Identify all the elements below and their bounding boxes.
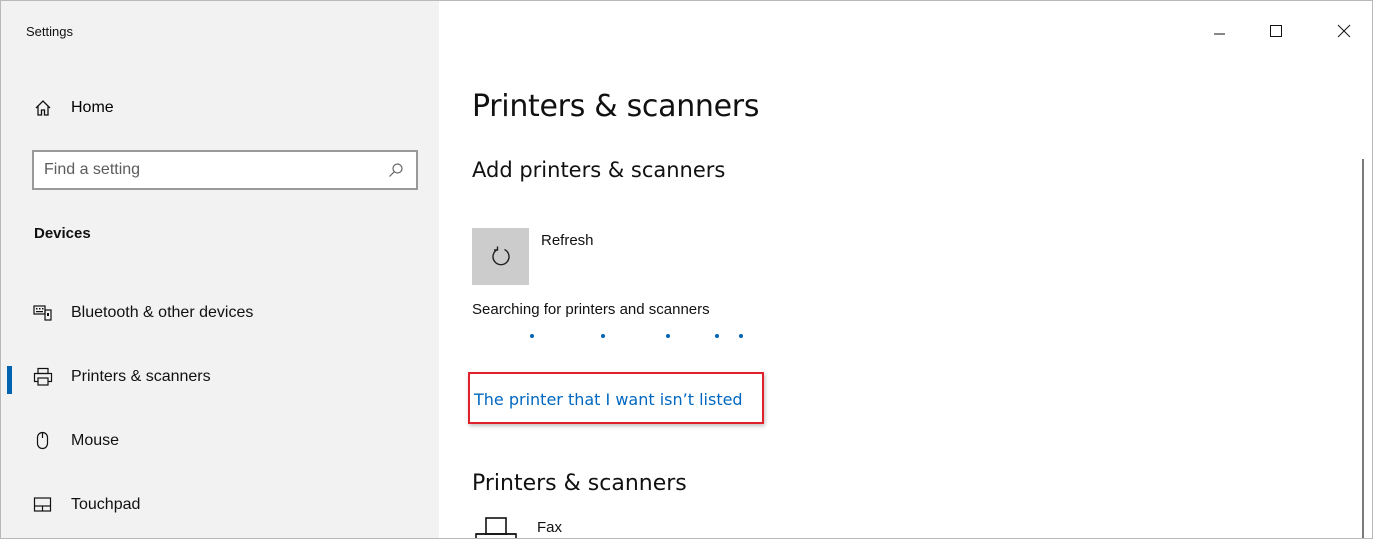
touchpad-icon: [33, 495, 53, 515]
printer-not-listed-link[interactable]: The printer that I want isn’t listed: [468, 372, 764, 424]
progress-dot: [739, 334, 743, 338]
fax-icon: [474, 515, 518, 538]
section-heading-add: Add printers & scanners: [472, 158, 726, 182]
search-icon[interactable]: [388, 162, 404, 178]
progress-dot: [601, 334, 605, 338]
close-button[interactable]: [1321, 15, 1367, 47]
minimize-button[interactable]: [1197, 15, 1243, 47]
selection-indicator: [7, 366, 12, 394]
sidebar-item-label: Printers & scanners: [71, 368, 211, 385]
refresh-button[interactable]: [472, 228, 529, 285]
maximize-icon: [1270, 25, 1282, 37]
sidebar-item-printers[interactable]: Printers & scanners: [1, 350, 439, 406]
link-text[interactable]: The printer that I want isn’t listed: [474, 390, 743, 409]
maximize-button[interactable]: [1253, 15, 1299, 47]
refresh-icon: [492, 246, 510, 266]
device-item-fax[interactable]: Fax: [472, 513, 872, 538]
device-label: Fax: [537, 519, 563, 536]
section-header-devices: Devices: [34, 225, 91, 242]
sidebar-item-bluetooth[interactable]: Bluetooth & other devices: [1, 286, 439, 342]
page-title: Printers & scanners: [472, 89, 760, 124]
sidebar-item-label: Mouse: [71, 432, 120, 449]
sidebar-item-label: Home: [71, 99, 114, 116]
progress-dot: [715, 334, 719, 338]
refresh-label: Refresh: [541, 232, 594, 249]
bluetooth-devices-icon: [33, 303, 53, 323]
scrollbar[interactable]: [1362, 159, 1364, 538]
section-heading-printers: Printers & scanners: [472, 471, 687, 496]
sidebar: Settings Home Devices: [1, 1, 439, 538]
printer-icon: [33, 367, 53, 387]
progress-dot: [530, 334, 534, 338]
search-input[interactable]: [34, 161, 364, 179]
close-icon: [1337, 24, 1351, 38]
home-icon: [34, 99, 52, 117]
sidebar-item-label: Touchpad: [71, 496, 141, 513]
search-field[interactable]: [32, 150, 418, 190]
search-status-text: Searching for printers and scanners: [472, 301, 710, 318]
app-title: Settings: [26, 24, 73, 39]
sidebar-item-label: Bluetooth & other devices: [71, 304, 254, 321]
progress-dot: [666, 334, 670, 338]
minimize-icon: [1214, 33, 1225, 35]
settings-window: Settings Home Devices: [0, 0, 1373, 539]
sidebar-item-mouse[interactable]: Mouse: [1, 414, 439, 470]
sidebar-item-touchpad[interactable]: Touchpad: [1, 478, 439, 534]
sidebar-item-home[interactable]: Home: [1, 89, 439, 127]
mouse-icon: [33, 431, 53, 451]
